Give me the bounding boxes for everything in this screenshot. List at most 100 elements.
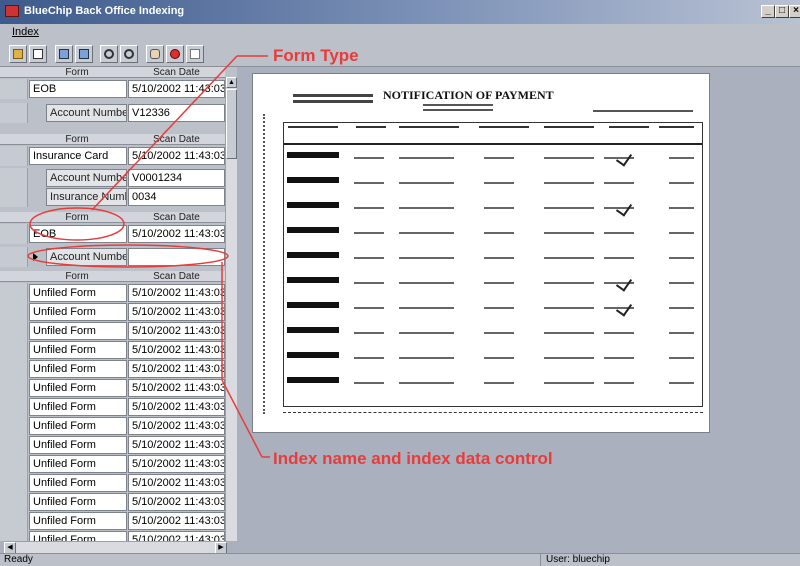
unfiled-row[interactable]: Unfiled Form5/10/2002 11:43:03 A (0, 359, 225, 379)
stop-button[interactable] (166, 45, 184, 63)
row-selector[interactable] (0, 187, 28, 207)
form-cell[interactable]: Unfiled Form (29, 379, 127, 397)
row-selector[interactable] (0, 79, 28, 99)
row-selector[interactable] (0, 473, 28, 493)
scan-date-cell[interactable]: 5/10/2002 11:43:03 A (128, 341, 225, 359)
form-row[interactable]: EOB 5/10/2002 11:43:03 A (0, 79, 225, 99)
index-row[interactable]: Account Number V0001234 (0, 168, 225, 188)
form-cell[interactable]: Unfiled Form (29, 360, 127, 378)
scan-date-cell[interactable]: 5/10/2002 11:43:03 A (128, 474, 225, 492)
pan-button[interactable] (146, 45, 164, 63)
scan-date-cell[interactable]: 5/10/2002 11:43:03 A (128, 436, 225, 454)
index-row[interactable]: Account Number (0, 247, 225, 267)
unfiled-row[interactable]: Unfiled Form5/10/2002 11:43:03 A (0, 283, 225, 303)
row-selector[interactable] (0, 340, 28, 360)
form-cell[interactable]: Unfiled Form (29, 493, 127, 511)
form-cell[interactable]: Unfiled Form (29, 436, 127, 454)
document-viewer[interactable]: NOTIFICATION OF PAYMENT (252, 73, 710, 433)
unfiled-row[interactable]: Unfiled Form5/10/2002 11:43:03 A (0, 321, 225, 341)
unfiled-row[interactable]: Unfiled Form5/10/2002 11:43:03 A (0, 378, 225, 398)
row-selector[interactable] (0, 397, 28, 417)
scan-date-cell[interactable]: 5/10/2002 11:43:03 A (128, 80, 225, 98)
zoom-in-button[interactable] (100, 45, 118, 63)
unfiled-row[interactable]: Unfiled Form5/10/2002 11:43:03 A (0, 530, 225, 541)
row-selector[interactable] (0, 224, 28, 244)
unfiled-row[interactable]: Unfiled Form5/10/2002 11:43:03 A (0, 302, 225, 322)
maximize-button[interactable]: □ (775, 5, 789, 18)
open-folder-icon (13, 49, 23, 59)
form-cell[interactable]: Unfiled Form (29, 417, 127, 435)
form-cell[interactable]: Unfiled Form (29, 322, 127, 340)
unfiled-row[interactable]: Unfiled Form5/10/2002 11:43:03 A (0, 511, 225, 531)
row-selector[interactable] (0, 283, 28, 303)
scan-date-cell[interactable]: 5/10/2002 11:43:03 A (128, 225, 225, 243)
form-cell[interactable]: EOB (29, 80, 127, 98)
scan-date-cell[interactable]: 5/10/2002 11:43:03 A (128, 379, 225, 397)
index-row[interactable]: Account Number V12336 (0, 103, 225, 123)
scan-date-cell[interactable]: 5/10/2002 11:43:03 A (128, 147, 225, 165)
row-selector[interactable] (0, 168, 28, 188)
row-selector[interactable] (0, 321, 28, 341)
scan-date-cell[interactable]: 5/10/2002 11:43:03 A (128, 531, 225, 541)
unfiled-row[interactable]: Unfiled Form5/10/2002 11:43:03 A (0, 473, 225, 493)
unfiled-row[interactable]: Unfiled Form5/10/2002 11:43:03 A (0, 397, 225, 417)
blank-page-button[interactable] (186, 45, 204, 63)
minimize-button[interactable]: _ (761, 5, 775, 18)
index-value-cell[interactable]: V0001234 (128, 169, 225, 187)
split-page-button[interactable] (75, 45, 93, 63)
scan-date-cell[interactable]: 5/10/2002 11:43:03 A (128, 512, 225, 530)
form-cell[interactable]: Unfiled Form (29, 455, 127, 473)
index-row[interactable]: Insurance Number 0034 (0, 187, 225, 207)
form-cell[interactable]: Unfiled Form (29, 474, 127, 492)
vertical-scrollbar[interactable]: ▲ (225, 77, 237, 541)
unfiled-row[interactable]: Unfiled Form5/10/2002 11:43:03 A (0, 492, 225, 512)
horizontal-scrollbar[interactable]: ◀ ▶ (4, 541, 227, 554)
scan-date-cell[interactable]: 5/10/2002 11:43:03 A (128, 493, 225, 511)
scroll-thumb[interactable] (226, 89, 237, 159)
document-button[interactable] (29, 45, 47, 63)
scan-date-cell[interactable]: 5/10/2002 11:43:03 A (128, 417, 225, 435)
scan-date-cell[interactable]: 5/10/2002 11:43:03 A (128, 398, 225, 416)
multi-page-button[interactable] (55, 45, 73, 63)
menu-item-index[interactable]: Index (12, 26, 39, 38)
row-selector[interactable] (0, 511, 28, 531)
zoom-out-button[interactable] (120, 45, 138, 63)
scan-date-cell[interactable]: 5/10/2002 11:43:03 A (128, 284, 225, 302)
form-cell[interactable]: Unfiled Form (29, 512, 127, 530)
form-cell[interactable]: Insurance Card (29, 147, 127, 165)
scan-date-cell[interactable]: 5/10/2002 11:43:03 A (128, 360, 225, 378)
form-cell[interactable]: Unfiled Form (29, 284, 127, 302)
index-value-cell[interactable]: 0034 (128, 188, 225, 206)
row-selector[interactable] (0, 454, 28, 474)
form-cell[interactable]: Unfiled Form (29, 303, 127, 321)
close-button[interactable]: × (789, 5, 800, 18)
row-selector[interactable] (0, 247, 28, 267)
unfiled-row[interactable]: Unfiled Form5/10/2002 11:43:03 A (0, 416, 225, 436)
form-cell[interactable]: Unfiled Form (29, 531, 127, 541)
form-cell[interactable]: Unfiled Form (29, 398, 127, 416)
index-value-input[interactable] (128, 248, 225, 266)
form-cell[interactable]: EOB (29, 225, 127, 243)
scan-date-cell[interactable]: 5/10/2002 11:43:03 A (128, 322, 225, 340)
row-selector[interactable] (0, 378, 28, 398)
row-selector[interactable] (0, 530, 28, 541)
row-selector[interactable] (0, 492, 28, 512)
scan-date-cell[interactable]: 5/10/2002 11:43:03 A (128, 303, 225, 321)
form-row[interactable]: EOB 5/10/2002 11:43:03 A (0, 224, 225, 244)
row-selector[interactable] (0, 435, 28, 455)
scan-date-cell[interactable]: 5/10/2002 11:43:03 A (128, 455, 225, 473)
row-selector[interactable] (0, 302, 28, 322)
row-selector[interactable] (0, 416, 28, 436)
document-table-row (284, 174, 702, 199)
form-cell[interactable]: Unfiled Form (29, 341, 127, 359)
row-selector[interactable] (0, 359, 28, 379)
row-selector[interactable] (0, 103, 28, 123)
open-folder-button[interactable] (9, 45, 27, 63)
index-value-cell[interactable]: V12336 (128, 104, 225, 122)
unfiled-row[interactable]: Unfiled Form5/10/2002 11:43:03 A (0, 454, 225, 474)
scroll-up-icon[interactable]: ▲ (226, 77, 237, 88)
row-selector[interactable] (0, 146, 28, 166)
form-row[interactable]: Insurance Card 5/10/2002 11:43:03 A (0, 146, 225, 166)
unfiled-row[interactable]: Unfiled Form5/10/2002 11:43:03 A (0, 340, 225, 360)
unfiled-row[interactable]: Unfiled Form5/10/2002 11:43:03 A (0, 435, 225, 455)
